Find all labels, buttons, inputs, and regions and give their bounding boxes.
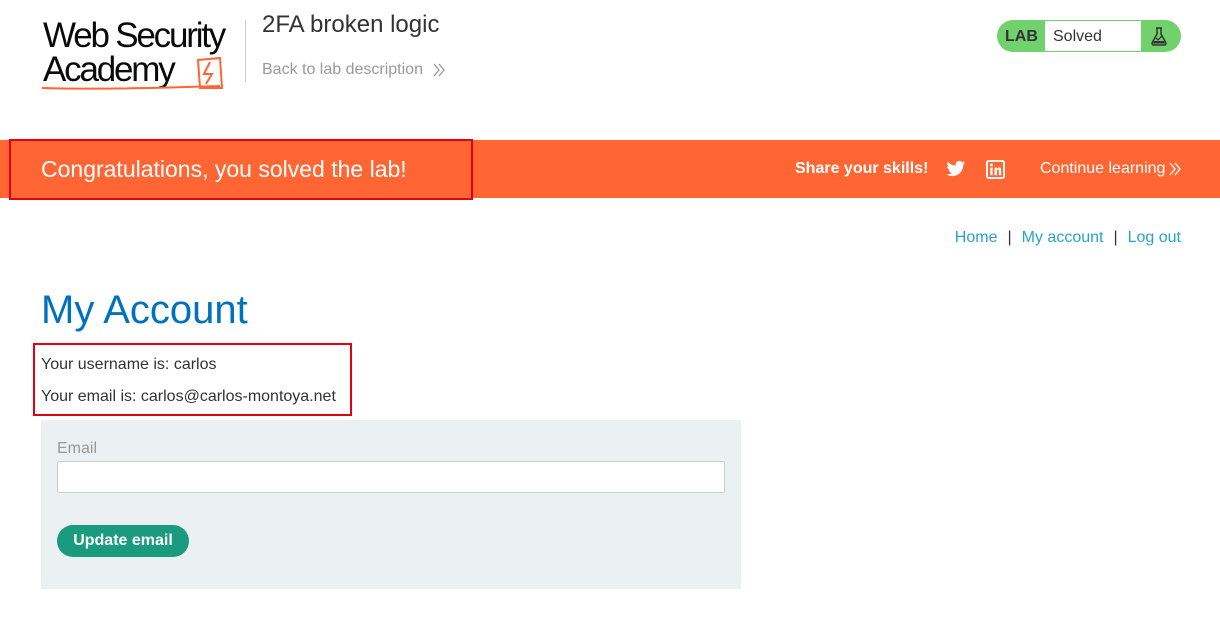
lab-status-badge: LAB Solved <box>997 20 1181 52</box>
continue-learning-label: Continue learning <box>1040 160 1166 177</box>
flask-icon <box>1151 27 1167 46</box>
academy-logo[interactable]: Web Security Academy <box>40 18 244 90</box>
continue-learning-link[interactable]: Continue learning <box>1040 160 1182 178</box>
nav-home-link[interactable]: Home <box>955 229 998 247</box>
nav-log-out-link[interactable]: Log out <box>1128 229 1181 247</box>
highlight-box-account-info <box>33 343 352 416</box>
nav-my-account-link[interactable]: My account <box>1022 229 1104 247</box>
double-chevron-right-icon <box>433 63 445 77</box>
lab-title: 2FA broken logic <box>262 11 440 38</box>
lab-status-box: Solved <box>1045 21 1141 51</box>
back-link-label: Back to lab description <box>262 61 423 78</box>
header-divider <box>245 20 246 82</box>
email-input[interactable] <box>57 461 725 493</box>
double-chevron-right-icon <box>1169 162 1182 176</box>
page-title: My Account <box>41 288 248 332</box>
top-nav: Home | My account | Log out <box>955 229 1181 247</box>
lab-status-text: Solved <box>1053 28 1102 45</box>
nav-separator: | <box>1007 229 1012 246</box>
nav-separator: | <box>1113 229 1118 246</box>
linkedin-share-link[interactable] <box>986 160 1005 184</box>
back-to-lab-description-link[interactable]: Back to lab description <box>262 61 445 79</box>
update-email-button[interactable]: Update email <box>57 525 189 557</box>
linkedin-icon <box>986 160 1005 179</box>
twitter-icon <box>946 160 966 177</box>
academy-logo-icon <box>41 56 224 90</box>
twitter-share-link[interactable] <box>946 160 966 183</box>
email-label: Email <box>57 440 98 457</box>
share-skills-label: Share your skills! <box>795 160 929 177</box>
lab-label: LAB <box>1005 28 1038 45</box>
highlight-box-banner <box>9 139 473 200</box>
update-email-form: Email Update email <box>41 420 741 589</box>
